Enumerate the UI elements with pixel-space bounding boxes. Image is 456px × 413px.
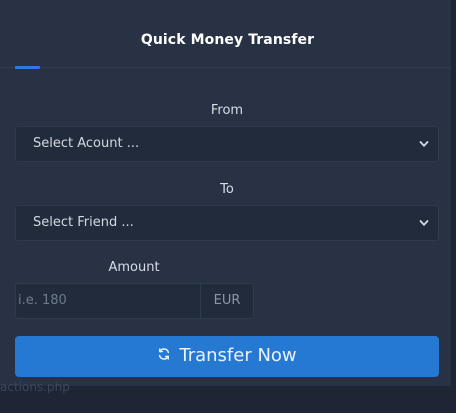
amount-placeholder: i.e. 180 xyxy=(18,293,67,308)
from-account-select-value: Select Acount ... xyxy=(33,136,140,151)
amount-label: Amount xyxy=(108,260,160,275)
to-friend-select[interactable]: Select Friend ... xyxy=(15,205,439,241)
transfer-now-label: Transfer Now xyxy=(179,345,297,366)
chevron-down-icon xyxy=(419,141,429,147)
to-friend-select-value: Select Friend ... xyxy=(33,215,134,230)
from-account-select[interactable]: Select Acount ... xyxy=(15,126,439,162)
amount-input[interactable]: i.e. 180 xyxy=(15,283,200,319)
refresh-icon xyxy=(159,348,170,360)
currency-label: EUR xyxy=(213,293,241,308)
chevron-down-icon xyxy=(419,220,429,226)
from-label: From xyxy=(210,103,244,118)
currency-addon: EUR xyxy=(200,283,254,319)
to-label: To xyxy=(220,182,234,197)
footer-link[interactable]: actions.php xyxy=(0,380,70,394)
quick-transfer-card: Quick Money Transfer From Select Acount … xyxy=(0,0,452,386)
tab-indicator xyxy=(15,66,40,69)
transfer-now-button[interactable]: Transfer Now xyxy=(15,336,439,377)
card-header: Quick Money Transfer xyxy=(0,0,451,69)
card-title: Quick Money Transfer xyxy=(140,32,315,48)
page: Quick Money Transfer From Select Acount … xyxy=(0,0,456,413)
